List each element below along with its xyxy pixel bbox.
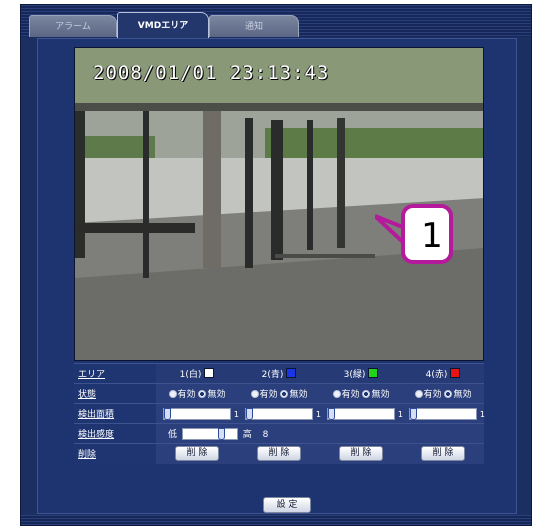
area-3-detection-slider[interactable]: 1: [327, 407, 403, 420]
area-2-detection: 1: [238, 403, 321, 424]
slider-value: 1: [397, 409, 403, 419]
area-label[interactable]: エリア: [74, 363, 156, 384]
vmd-settings-table: エリア 1(白) 2(青) 3(緑) 4(赤) 状態 有効 無効 有効 無効 有…: [74, 363, 485, 464]
sensitivity-control: 低 高 8: [156, 423, 484, 444]
area-2-label: 2(青): [261, 370, 284, 380]
area-3-status: 有効 無効: [320, 383, 402, 404]
status-row: 状態 有効 無効 有効 無効 有効 無効 有効 無効: [74, 383, 484, 404]
area-3-disabled-radio[interactable]: [362, 390, 371, 398]
area-3-enabled-radio[interactable]: [332, 390, 341, 398]
area-2-detection-slider[interactable]: 1: [245, 407, 321, 420]
area-4-detection: 1: [402, 403, 485, 424]
slider-value: 1: [479, 409, 485, 419]
camera-view[interactable]: 2008/01/01 23:13:43 1: [74, 47, 484, 361]
area-4-status: 有効 無効: [402, 383, 484, 404]
delete-label[interactable]: 削除: [74, 443, 156, 464]
area-3-header: 3(緑): [320, 363, 402, 384]
area-4-disabled-radio[interactable]: [444, 390, 453, 398]
area-4-detection-slider[interactable]: 1: [409, 407, 485, 420]
settings-frame: アラーム VMDエリア 通知 2008/01/01 23:13:43 1 エリア…: [20, 4, 532, 526]
tab-strip: アラーム VMDエリア 通知: [21, 5, 531, 38]
area-4-enabled-label: 有効: [423, 390, 442, 400]
slider-thumb[interactable]: [217, 428, 225, 441]
area-1-enabled-label: 有効: [177, 390, 196, 400]
tab-vmd-area[interactable]: VMDエリア: [117, 12, 209, 38]
area-2-disabled-radio[interactable]: [280, 390, 289, 398]
area-2-disabled-label: 無効: [289, 390, 308, 400]
area-1-color-swatch: [204, 368, 215, 378]
area-1-label: 1(白): [179, 370, 202, 380]
status-label[interactable]: 状態: [74, 383, 156, 404]
sensitivity-label[interactable]: 検出感度: [74, 423, 156, 444]
delete-row: 削除 削 除 削 除 削 除 削 除: [74, 443, 484, 464]
area-2-status: 有効 無効: [238, 383, 320, 404]
area-4-disabled-label: 無効: [453, 390, 472, 400]
detection-area-label[interactable]: 検出面積: [74, 403, 156, 424]
area-1-status: 有効 無効: [156, 383, 238, 404]
sensitivity-value: 8: [262, 429, 269, 440]
area-3-disabled-label: 無効: [371, 390, 390, 400]
area-row: エリア 1(白) 2(青) 3(緑) 4(赤): [74, 363, 484, 384]
area-3-label: 3(緑): [343, 370, 366, 380]
sensitivity-row: 検出感度 低 高 8: [74, 423, 484, 444]
callout-number: 1: [421, 216, 443, 256]
area-3-delete: 削 除: [320, 443, 402, 464]
area-3-detection: 1: [320, 403, 403, 424]
sensitivity-high-label: 高: [242, 429, 252, 440]
slider-thumb[interactable]: [164, 407, 171, 420]
slider-value: 1: [315, 409, 321, 419]
slider-thumb[interactable]: [328, 407, 335, 420]
area-4-delete: 削 除: [402, 443, 484, 464]
area-3-color-swatch: [368, 368, 379, 378]
tab-alarm[interactable]: アラーム: [29, 15, 117, 37]
area-1-disabled-label: 無効: [207, 390, 226, 400]
area-1-enabled-radio[interactable]: [168, 390, 177, 398]
slider-value: 1: [233, 409, 239, 419]
slider-thumb[interactable]: [410, 407, 417, 420]
area-2-delete: 削 除: [238, 443, 320, 464]
sensitivity-slider[interactable]: [181, 428, 238, 441]
area-1-delete: 削 除: [156, 443, 238, 464]
area-1-disabled-radio[interactable]: [198, 390, 207, 398]
area-2-enabled-radio[interactable]: [250, 390, 259, 398]
area-1-detection: 1: [156, 403, 239, 424]
area-1-delete-button[interactable]: 削 除: [175, 446, 219, 462]
area-4-delete-button[interactable]: 削 除: [421, 446, 465, 462]
area-1-header: 1(白): [156, 363, 238, 384]
vmd-area-panel: 2008/01/01 23:13:43 1 エリア 1(白) 2(青) 3(緑)…: [37, 38, 517, 514]
area-3-enabled-label: 有効: [341, 390, 360, 400]
area-2-header: 2(青): [238, 363, 320, 384]
area-3-delete-button[interactable]: 削 除: [339, 446, 383, 462]
area-4-enabled-radio[interactable]: [414, 390, 423, 398]
area-4-header: 4(赤): [402, 363, 484, 384]
set-button[interactable]: 設 定: [263, 497, 311, 513]
camera-timestamp: 2008/01/01 23:13:43: [93, 62, 330, 84]
area-2-color-swatch: [286, 368, 297, 378]
area-1-detection-slider[interactable]: 1: [163, 407, 239, 420]
sensitivity-low-label: 低: [168, 429, 178, 440]
tab-notification[interactable]: 通知: [209, 15, 299, 37]
detection-area-row: 検出面積 1 1 1 1: [74, 403, 485, 424]
area-2-enabled-label: 有効: [259, 390, 278, 400]
area-2-delete-button[interactable]: 削 除: [257, 446, 301, 462]
slider-thumb[interactable]: [246, 407, 253, 420]
area-4-color-swatch: [450, 368, 461, 378]
area-4-label: 4(赤): [425, 370, 448, 380]
bottom-strip: [21, 515, 531, 525]
